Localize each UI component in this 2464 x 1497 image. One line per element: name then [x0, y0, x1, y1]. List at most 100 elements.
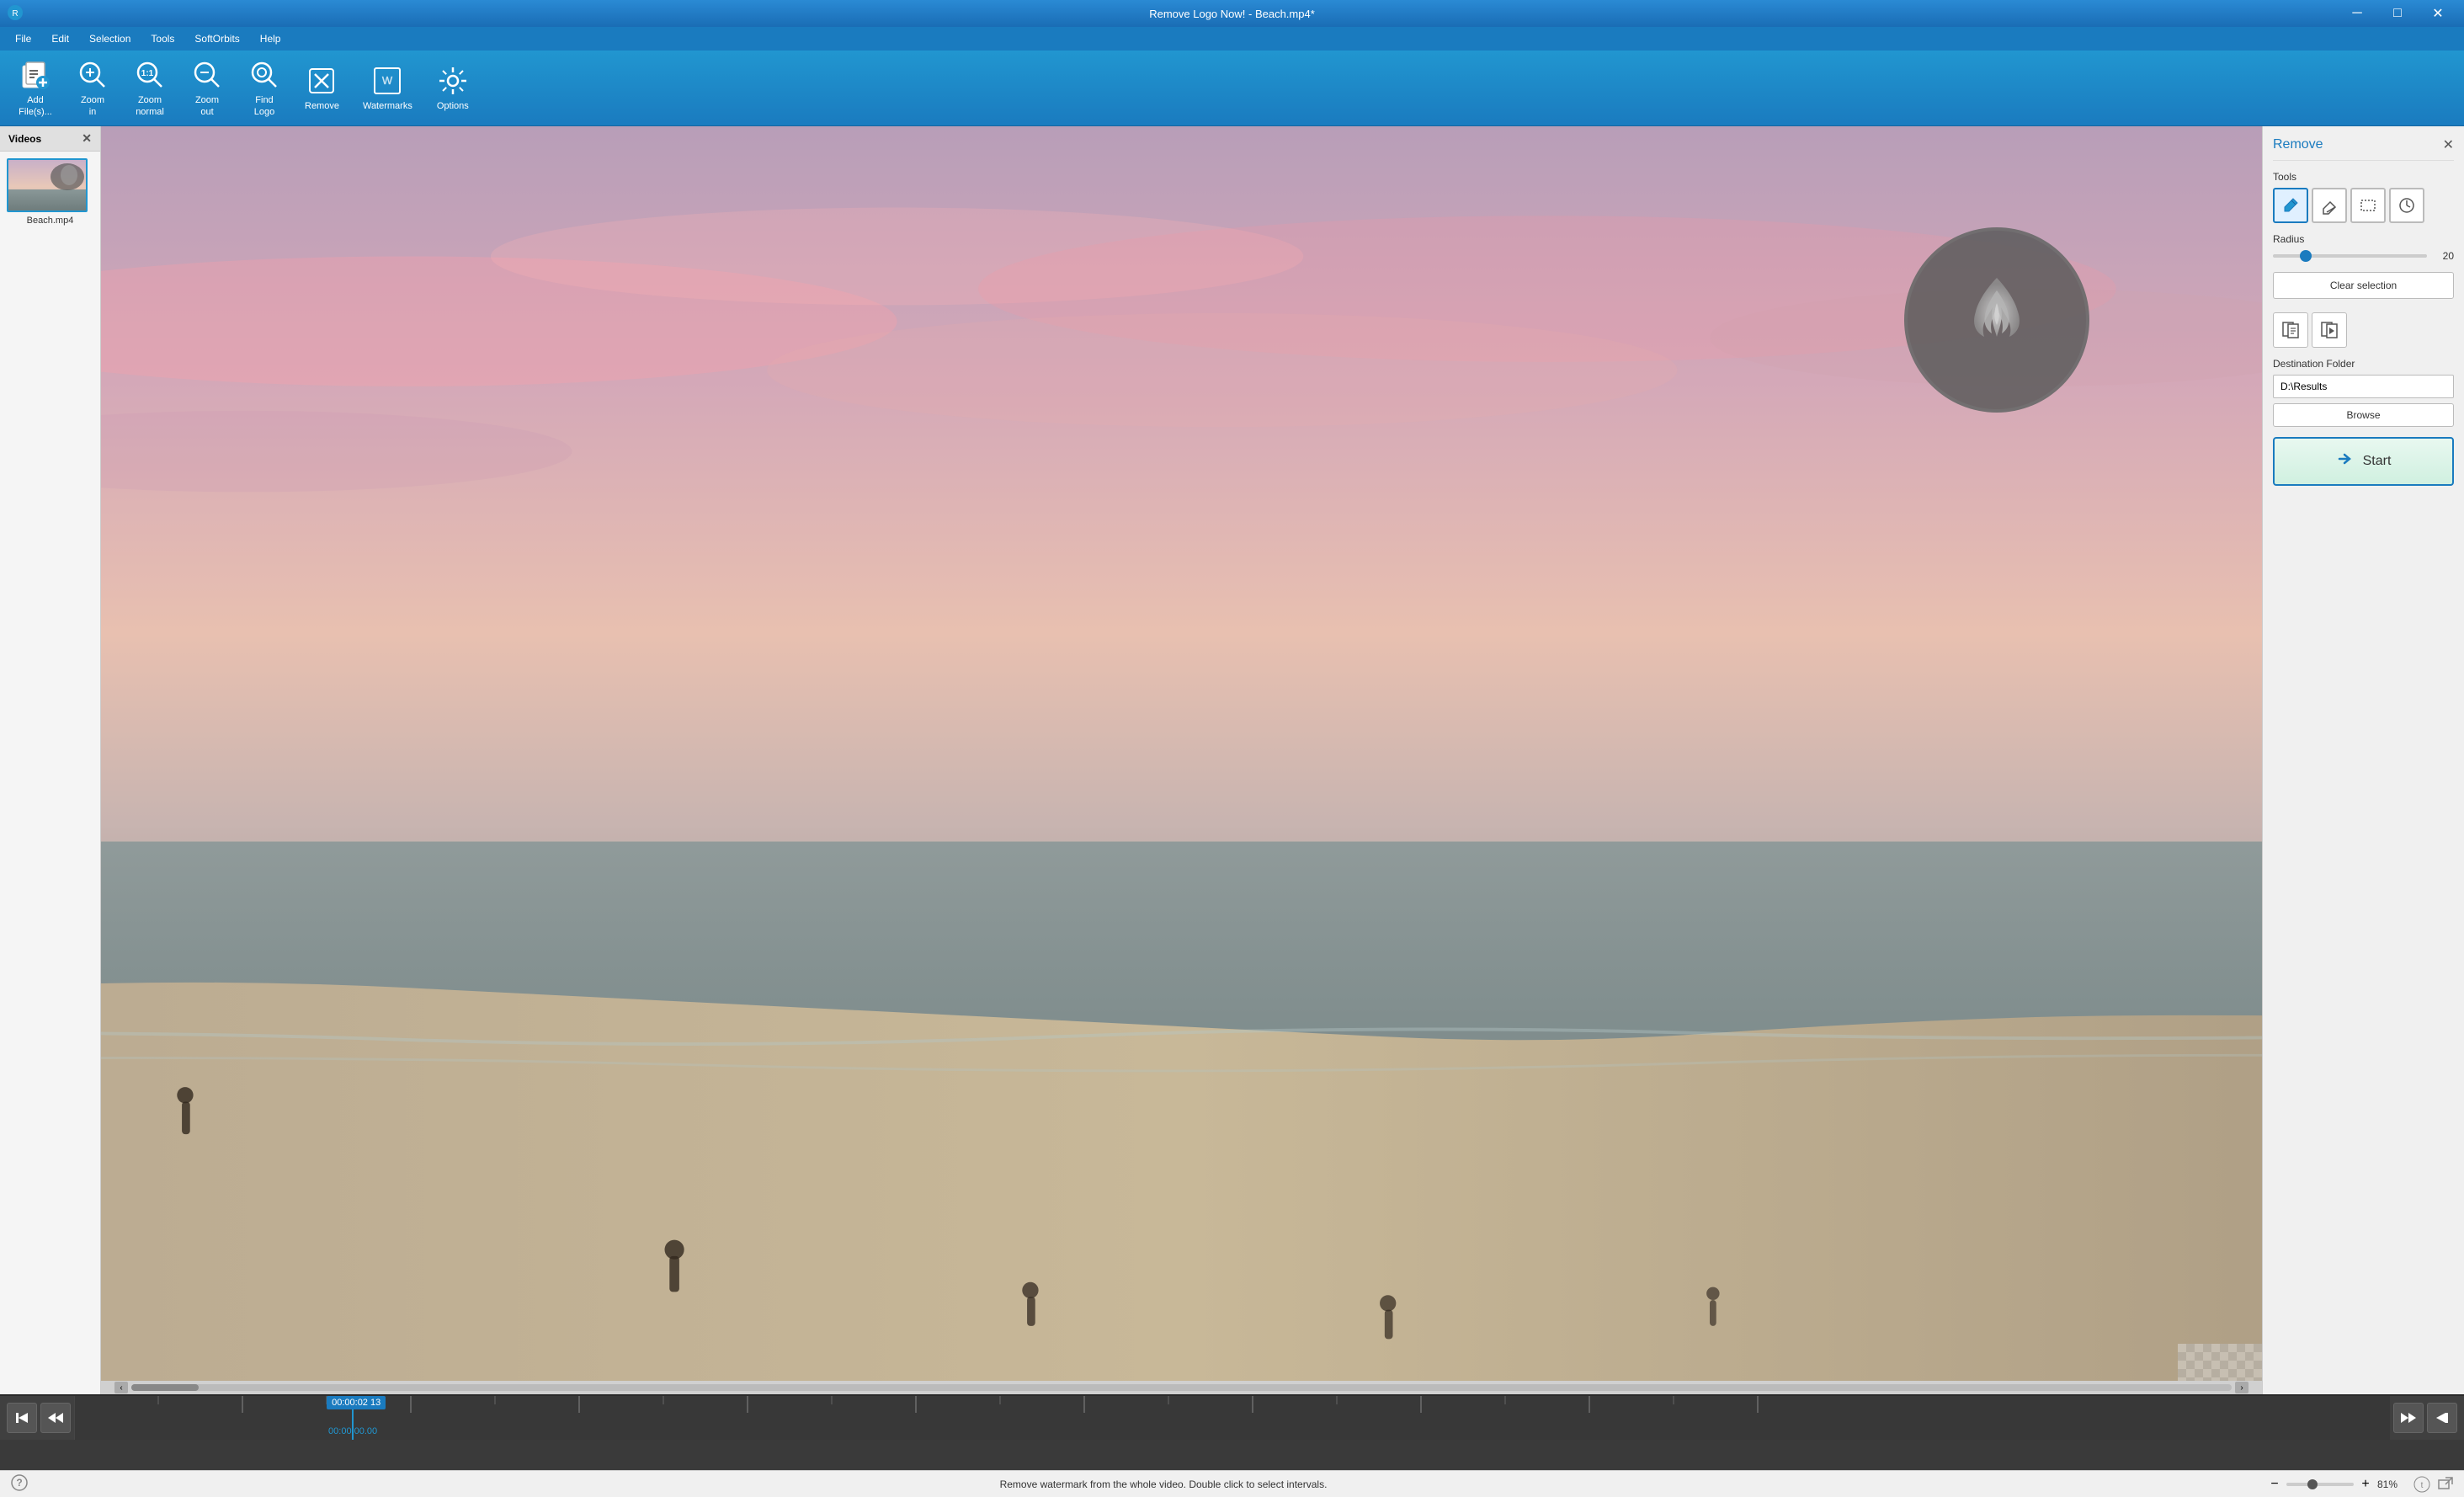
zoom-normal-button[interactable]: 1:1 Zoomnormal [125, 53, 175, 122]
radius-slider[interactable] [2273, 254, 2427, 258]
tools-row [2273, 188, 2454, 223]
twitter-icon[interactable]: t [2413, 1476, 2430, 1493]
sidebar: Videos ✕ [0, 126, 101, 1394]
copy-row [2273, 312, 2454, 348]
tools-section: Tools [2273, 171, 2454, 223]
menu-help[interactable]: Help [252, 29, 290, 48]
scroll-track [131, 1384, 2232, 1391]
svg-text:R: R [12, 9, 18, 19]
maximize-button[interactable]: □ [2378, 0, 2417, 27]
menu-tools[interactable]: Tools [142, 29, 183, 48]
scroll-thumb[interactable] [131, 1384, 199, 1391]
clear-selection-button[interactable]: Clear selection [2273, 272, 2454, 299]
time-current-display: 00:00:00.00 [328, 1426, 377, 1436]
brush-tool-button[interactable] [2273, 188, 2308, 223]
destination-label: Destination Folder [2273, 358, 2454, 370]
timeline-track-area[interactable]: 00:00:02 13 00:00:00.00 [74, 1396, 2390, 1440]
watermarks-icon: W W [370, 64, 404, 98]
play-back-button[interactable] [40, 1403, 71, 1433]
video-name: Beach.mp4 [7, 216, 93, 226]
add-files-icon [19, 58, 52, 92]
status-message: Remove watermark from the whole video. D… [71, 1478, 2256, 1490]
tools-label: Tools [2273, 171, 2454, 183]
zoom-in-button[interactable]: Zoomin [67, 53, 118, 122]
sidebar-close-button[interactable]: ✕ [82, 131, 92, 146]
timeline-ruler-svg [74, 1396, 2390, 1440]
sidebar-title: Videos [8, 133, 41, 145]
eraser-tool-button[interactable] [2312, 188, 2347, 223]
svg-text:?: ? [16, 1477, 22, 1489]
copy-to-button[interactable] [2312, 312, 2347, 348]
options-icon [436, 64, 470, 98]
zoom-in-icon [76, 58, 109, 92]
playhead[interactable]: 00:00:02 13 00:00:00.00 [352, 1396, 354, 1440]
thumbnail-image [7, 158, 88, 212]
watermarks-label: Watermarks [363, 101, 412, 112]
svg-text:t: t [2421, 1481, 2424, 1490]
minimize-button[interactable]: ─ [2338, 0, 2376, 27]
watermark-logo [1904, 227, 2089, 413]
zoom-minus-button[interactable]: − [2266, 1476, 2283, 1493]
find-logo-button[interactable]: FindLogo [239, 53, 290, 122]
zoom-normal-icon: 1:1 [133, 58, 167, 92]
browse-button[interactable]: Browse [2273, 403, 2454, 427]
logo-circle [1904, 227, 2089, 413]
find-logo-label: FindLogo [254, 95, 274, 117]
time-marker-display: 00:00:02 13 [327, 1396, 386, 1409]
zoom-out-button[interactable]: Zoomout [182, 53, 232, 122]
app-title: Remove Logo Now! - Beach.mp4* [1149, 8, 1315, 20]
help-icon[interactable]: ? [10, 1473, 29, 1492]
panel-close-button[interactable]: ✕ [2443, 136, 2454, 153]
panel-header: Remove ✕ [2273, 136, 2454, 161]
timeline: 00:00:02 13 00:00:00.00 [0, 1394, 2464, 1470]
zoom-slider[interactable] [2286, 1483, 2354, 1486]
menu-edit[interactable]: Edit [43, 29, 77, 48]
menu-selection[interactable]: Selection [81, 29, 139, 48]
window-controls: ─ □ ✕ [2338, 0, 2457, 27]
radius-value: 20 [2434, 250, 2454, 262]
watermarks-button[interactable]: W W Watermarks [354, 59, 421, 117]
remove-icon [305, 64, 338, 98]
zoom-out-label: Zoomout [195, 95, 219, 117]
video-thumbnail[interactable]: Beach.mp4 [7, 158, 93, 226]
close-button[interactable]: ✕ [2419, 0, 2457, 27]
status-right: − + 81% t [2266, 1476, 2454, 1493]
zoom-normal-label: Zoomnormal [136, 95, 164, 117]
go-start-button[interactable] [7, 1403, 37, 1433]
zoom-plus-button[interactable]: + [2357, 1476, 2374, 1493]
toolbar: AddFile(s)... Zoomin 1:1 Zoomnormal [0, 51, 2464, 126]
go-end-frame-button[interactable] [2393, 1403, 2424, 1433]
main-layout: Videos ✕ [0, 126, 2464, 1394]
right-panel: Remove ✕ Tools [2262, 126, 2464, 1394]
go-end-button[interactable] [2427, 1403, 2457, 1433]
add-files-label: AddFile(s)... [19, 95, 52, 117]
time-tool-button[interactable] [2389, 188, 2424, 223]
title-bar: R Remove Logo Now! - Beach.mp4* ─ □ ✕ [0, 0, 2464, 27]
remove-button[interactable]: Remove [296, 59, 348, 117]
start-button[interactable]: Start [2273, 437, 2454, 486]
zoom-in-label: Zoomin [81, 95, 104, 117]
add-files-button[interactable]: AddFile(s)... [10, 53, 61, 122]
copy-from-button[interactable] [2273, 312, 2308, 348]
svg-text:1:1: 1:1 [141, 69, 154, 78]
svg-text:W: W [382, 74, 393, 87]
video-background [101, 126, 2262, 1394]
video-canvas[interactable]: ‹ › [101, 126, 2262, 1394]
h-scrollbar[interactable]: ‹ › [101, 1381, 2262, 1394]
app-icon: R [7, 4, 24, 24]
timeline-controls: 00:00:02 13 00:00:00.00 [0, 1396, 2464, 1440]
external-link-icon[interactable] [2437, 1476, 2454, 1493]
scroll-right-button[interactable]: › [2235, 1382, 2248, 1393]
menu-file[interactable]: File [7, 29, 40, 48]
menu-softorbits[interactable]: SoftOrbits [186, 29, 247, 48]
rect-tool-button[interactable] [2350, 188, 2386, 223]
scroll-left-button[interactable]: ‹ [114, 1382, 128, 1393]
find-logo-icon [247, 58, 281, 92]
status-bar: ? Remove watermark from the whole video.… [0, 1470, 2464, 1497]
destination-input[interactable] [2273, 375, 2454, 398]
start-arrow-icon [2336, 449, 2356, 474]
radius-label: Radius [2273, 233, 2454, 245]
options-label: Options [437, 101, 469, 112]
zoom-control: − + 81% [2266, 1476, 2407, 1493]
options-button[interactable]: Options [428, 59, 478, 117]
